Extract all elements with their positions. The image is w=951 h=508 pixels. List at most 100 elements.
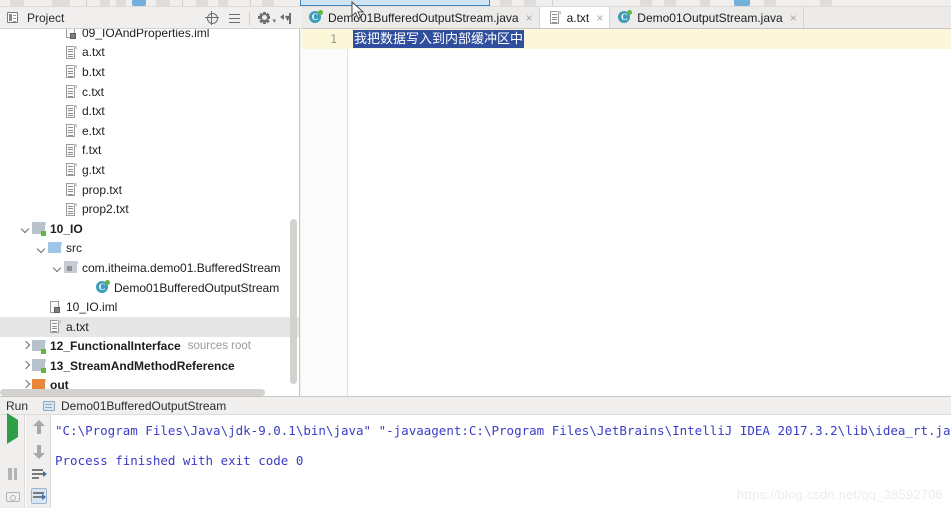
toolbar-icon[interactable] <box>524 0 536 6</box>
tree-arrow-placeholder <box>52 184 63 195</box>
tree-row-label: 12_FunctionalInterface <box>50 339 181 354</box>
toolbar-icon[interactable] <box>156 0 170 6</box>
toolbar-icon[interactable] <box>664 0 676 6</box>
tree-row[interactable]: e.txt <box>0 121 299 141</box>
toolbar-icon[interactable] <box>52 0 70 6</box>
tree-horizontal-scrollbar[interactable] <box>0 389 265 396</box>
toolbar-icon[interactable] <box>196 0 208 6</box>
toolbar-icon[interactable] <box>100 0 110 6</box>
toolbar-icon[interactable] <box>640 0 652 6</box>
run-configuration-tab[interactable]: Demo01BufferedOutputStream <box>42 399 226 413</box>
toolbar-separator <box>250 0 251 6</box>
module-folder-icon <box>31 221 46 237</box>
tree-row-label: c.txt <box>82 84 105 99</box>
screenshot-button[interactable] <box>5 488 21 504</box>
tree-row-label: f.txt <box>82 143 102 158</box>
tree-row[interactable]: 13_StreamAndMethodReference <box>0 356 299 376</box>
pause-button[interactable] <box>5 466 21 482</box>
tree-row[interactable]: 10_IO.iml <box>0 297 299 317</box>
run-button[interactable] <box>5 413 21 444</box>
stop-button[interactable] <box>5 443 21 459</box>
tree-row[interactable]: src <box>0 239 299 259</box>
editor-tab-label: a.txt <box>566 10 590 25</box>
tree-arrow-placeholder <box>52 29 63 38</box>
tree-row-label: 10_IO.iml <box>66 300 118 315</box>
tree-row-label: 13_StreamAndMethodReference <box>50 358 235 373</box>
toolbar-separator <box>552 0 553 6</box>
close-icon[interactable]: × <box>526 12 533 24</box>
toolbar-icon[interactable] <box>132 0 146 6</box>
tree-arrow-placeholder <box>52 86 63 97</box>
editor-tab[interactable]: a.txt × <box>539 7 611 28</box>
toolbar-icon[interactable] <box>500 0 512 6</box>
tree-row[interactable]: 12_FunctionalInterface sources root <box>0 337 299 357</box>
tree-row[interactable]: 10_IO <box>0 219 299 239</box>
java-class-icon: C <box>617 10 633 25</box>
main-toolbar-strip <box>0 0 951 7</box>
project-panel-title: Project <box>27 10 65 25</box>
collapse-all-icon[interactable] <box>227 11 242 26</box>
tree-row[interactable]: a.txt <box>0 43 299 63</box>
scroll-up-button[interactable] <box>31 420 47 436</box>
toolbar-icon[interactable] <box>700 0 710 6</box>
tree-row[interactable]: C Demo01BufferedOutputStream <box>0 278 299 298</box>
tree-arrow-placeholder <box>84 282 95 293</box>
editor-tab[interactable]: C Demo01BufferedOutputStream.java × <box>301 7 540 28</box>
tree-row[interactable]: 09_IOAndProperties.iml <box>0 29 299 43</box>
txt-file-icon <box>63 104 78 119</box>
toolbar-icon[interactable] <box>218 0 228 6</box>
tree-arrow-placeholder <box>36 321 47 332</box>
tree-row[interactable]: b.txt <box>0 62 299 82</box>
toolbar-icon[interactable] <box>116 0 126 6</box>
run-console[interactable]: "C:\Program Files\Java\jdk-9.0.1\bin\jav… <box>0 413 951 508</box>
txt-file-icon <box>47 319 62 334</box>
tree-row-label: d.txt <box>82 104 105 119</box>
tree-arrow-placeholder <box>52 145 63 156</box>
run-configuration-selector[interactable] <box>300 0 490 6</box>
gear-icon[interactable]: ▾ <box>257 11 276 26</box>
scroll-down-button[interactable] <box>31 443 47 459</box>
chevron-down-icon[interactable] <box>36 243 47 254</box>
editor-gutter[interactable]: 1 <box>301 29 348 396</box>
tree-row[interactable]: g.txt <box>0 160 299 180</box>
soft-wrap-button[interactable] <box>31 466 47 482</box>
tree-arrow-placeholder <box>52 66 63 77</box>
toolbar-icon[interactable] <box>734 0 750 6</box>
close-icon[interactable]: × <box>596 12 603 24</box>
editor-line-1[interactable]: 我把数据写入到内部缓冲区中 <box>353 30 525 48</box>
tree-row[interactable]: prop.txt <box>0 180 299 200</box>
hide-panel-icon[interactable] <box>279 11 294 26</box>
tree-row[interactable]: c.txt <box>0 82 299 102</box>
toolbar-icon[interactable] <box>262 0 274 6</box>
tree-arrow-placeholder <box>52 47 63 58</box>
tree-row-label: 10_IO <box>50 221 83 236</box>
editor-tab-label: Demo01OutputStream.java <box>637 10 783 25</box>
toolbar-icon[interactable] <box>764 0 776 6</box>
editor-area[interactable]: 1 我把数据写入到内部缓冲区中 <box>301 29 951 396</box>
txt-file-icon <box>63 84 78 99</box>
chevron-down-icon[interactable] <box>52 262 63 273</box>
close-icon[interactable]: × <box>790 12 797 24</box>
chevron-right-icon[interactable] <box>20 360 31 371</box>
toolbar-icon[interactable] <box>820 0 832 6</box>
locate-icon[interactable] <box>205 10 220 26</box>
tree-row[interactable]: prop2.txt <box>0 199 299 219</box>
chevron-down-icon[interactable] <box>20 223 31 234</box>
selected-text[interactable]: 我把数据写入到内部缓冲区中 <box>353 30 525 48</box>
editor-tab[interactable]: C Demo01OutputStream.java × <box>610 7 804 28</box>
tree-row[interactable]: com.itheima.demo01.BufferedStream <box>0 258 299 278</box>
chevron-right-icon[interactable] <box>20 341 31 352</box>
editor-tab-bar[interactable]: C Demo01BufferedOutputStream.java × a.txt × C… <box>301 7 951 29</box>
toolbar-icon[interactable] <box>10 0 24 6</box>
txt-file-icon <box>63 45 78 60</box>
tree-row[interactable]: d.txt <box>0 101 299 121</box>
tree-row-label: a.txt <box>82 45 105 60</box>
run-panel-title: Run <box>6 398 29 413</box>
tree-row[interactable]: a.txt <box>0 316 299 337</box>
project-tree[interactable]: 09_IOAndProperties.iml a.txt b.txt c.txt d.t… <box>0 29 300 396</box>
package-icon <box>63 260 78 275</box>
tree-vertical-scrollbar[interactable] <box>290 219 297 384</box>
scroll-to-end-button[interactable] <box>31 488 47 504</box>
project-icon <box>6 11 20 25</box>
tree-row[interactable]: f.txt <box>0 141 299 161</box>
